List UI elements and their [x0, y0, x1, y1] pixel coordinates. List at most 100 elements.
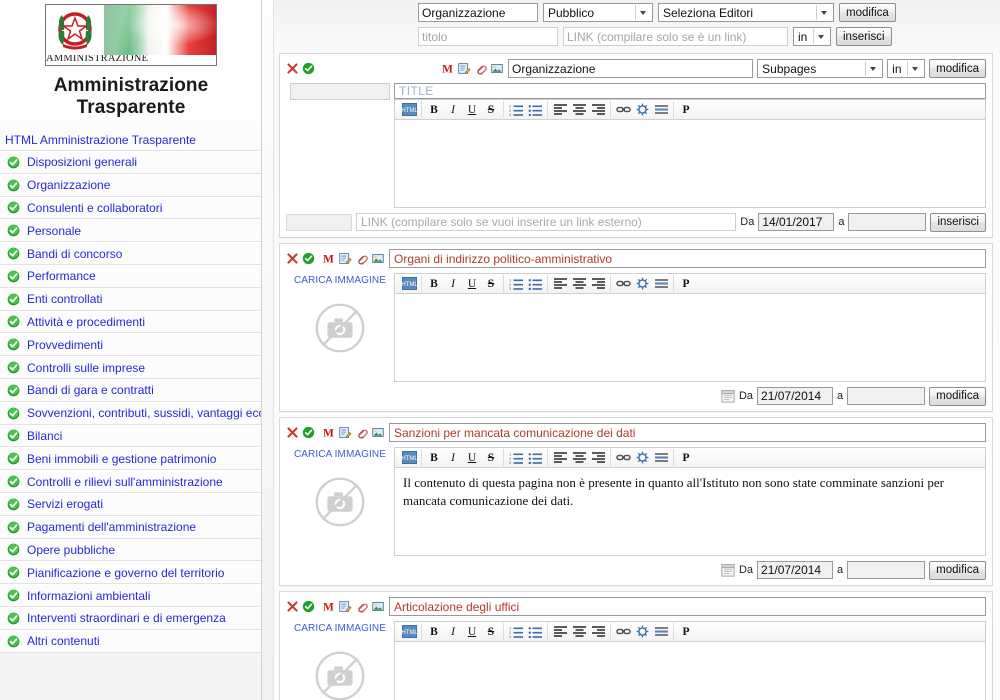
calendar-icon[interactable]: [721, 563, 735, 577]
sidebar-item-beni-immobili-e-gestione-patrimonio[interactable]: Beni immobili e gestione patrimonio: [0, 447, 261, 471]
content-panel-title-input[interactable]: Sanzioni per mancata comunicazione dei d…: [389, 423, 986, 442]
insert-image-icon[interactable]: [371, 426, 385, 439]
insert-horizontal-rule-icon[interactable]: [652, 101, 670, 118]
check-green-icon[interactable]: [302, 62, 315, 75]
source-html-icon[interactable]: HTML: [400, 101, 418, 118]
sidebar-item-consulenti-e-collaboratori[interactable]: Consulenti e collaboratori: [0, 196, 261, 220]
sidebar-item-personale[interactable]: Personale: [0, 219, 261, 243]
italic-icon[interactable]: I: [444, 101, 462, 118]
strikethrough-icon[interactable]: S: [482, 275, 500, 292]
new-title-input[interactable]: titolo: [418, 27, 558, 46]
align-right-icon[interactable]: [589, 275, 607, 292]
visibility-select[interactable]: Pubblico: [543, 3, 653, 22]
unlink-icon[interactable]: [633, 449, 651, 466]
insert-link-icon[interactable]: [614, 101, 632, 118]
edit-note-icon[interactable]: [338, 252, 352, 265]
mailto-m-icon[interactable]: M: [441, 62, 454, 75]
insert-image-icon[interactable]: [371, 252, 385, 265]
mailto-m-icon[interactable]: M: [322, 600, 335, 613]
sidebar-item-servizi-erogati[interactable]: Servizi erogati: [0, 492, 261, 516]
sidebar-item-altri-contenuti[interactable]: Altri contenuti: [0, 629, 261, 653]
panel-new-entry-position-select[interactable]: in: [887, 59, 926, 78]
sidebar-item-interventi-straordinari-e-di-emergenza[interactable]: Interventi straordinari e di emergenza: [0, 606, 261, 630]
position-select-top[interactable]: in: [793, 27, 831, 46]
content-panel-title-input[interactable]: Articolazione degli uffici: [389, 597, 986, 616]
panel-new-entry-name-input[interactable]: Organizzazione: [508, 59, 754, 78]
content-panel-text-area[interactable]: [394, 294, 986, 382]
paragraph-format-icon[interactable]: P: [677, 275, 695, 292]
align-left-icon[interactable]: [551, 101, 569, 118]
paragraph-format-icon[interactable]: P: [677, 101, 695, 118]
sidebar-item-pagamenti-dell-amministrazione[interactable]: Pagamenti dell'amministrazione: [0, 515, 261, 539]
bold-icon[interactable]: B: [425, 449, 443, 466]
sidebar-item-sovvenzioni-contributi-sussidi-vantaggi-economici[interactable]: Sovvenzioni, contributi, sussidi, vantag…: [0, 401, 261, 425]
content-panel-title-input[interactable]: Organi di indirizzo politico-amministrat…: [389, 249, 986, 268]
unlink-icon[interactable]: [633, 275, 651, 292]
insert-button-top[interactable]: inserisci: [836, 27, 892, 46]
check-green-icon[interactable]: [302, 600, 315, 613]
date-to-input[interactable]: [847, 561, 926, 579]
new-link-input[interactable]: LINK (compilare solo se è un link): [563, 27, 788, 46]
check-green-icon[interactable]: [302, 252, 315, 265]
ordered-list-icon[interactable]: 123: [507, 101, 525, 118]
calendar-icon[interactable]: [721, 389, 735, 403]
strikethrough-icon[interactable]: S: [482, 623, 500, 640]
sidebar-item-html-amministrazione-trasparente[interactable]: HTML Amministrazione Trasparente: [0, 129, 261, 151]
insert-link-icon[interactable]: [614, 449, 632, 466]
mailto-m-icon[interactable]: M: [322, 426, 335, 439]
unordered-list-icon[interactable]: [526, 275, 544, 292]
paragraph-format-icon[interactable]: P: [677, 449, 695, 466]
insert-link-icon[interactable]: [614, 623, 632, 640]
sidebar-item-controlli-sulle-imprese[interactable]: Controlli sulle imprese: [0, 356, 261, 379]
modify-button-top[interactable]: modifica: [839, 3, 896, 22]
date-from-input[interactable]: 21/07/2014: [757, 387, 834, 405]
align-right-icon[interactable]: [589, 449, 607, 466]
sidebar-item-informazioni-ambientali[interactable]: Informazioni ambientali: [0, 584, 261, 607]
panel-new-entry-external-link-input[interactable]: LINK (compilare solo se vuoi inserire un…: [356, 213, 737, 231]
check-green-icon[interactable]: [302, 426, 315, 439]
sidebar-item-pianificazione-e-governo-del-territorio[interactable]: Pianificazione e governo del territorio: [0, 561, 261, 585]
panel-new-entry-date-to-input[interactable]: [848, 213, 927, 231]
ordered-list-icon[interactable]: 123: [507, 275, 525, 292]
panel-new-entry-insert-button[interactable]: inserisci: [930, 212, 986, 232]
insert-image-icon[interactable]: [371, 600, 385, 613]
content-panel-text-area[interactable]: Il contenuto di questa pagina non è pres…: [394, 468, 986, 556]
italic-icon[interactable]: I: [444, 275, 462, 292]
modify-button[interactable]: modifica: [929, 560, 986, 580]
unordered-list-icon[interactable]: [526, 449, 544, 466]
close-red-icon[interactable]: [286, 252, 299, 265]
align-right-icon[interactable]: [589, 623, 607, 640]
unordered-list-icon[interactable]: [526, 623, 544, 640]
panel-new-entry-title-input[interactable]: TITLE: [394, 83, 986, 99]
align-center-icon[interactable]: [570, 623, 588, 640]
source-html-icon[interactable]: HTML: [400, 449, 418, 466]
underline-icon[interactable]: U: [463, 449, 481, 466]
attachment-link-icon[interactable]: [355, 426, 368, 439]
panel-new-entry-date-from-input[interactable]: 14/01/2017: [758, 213, 835, 231]
edit-note-icon[interactable]: [457, 62, 471, 75]
attachment-link-icon[interactable]: [355, 252, 368, 265]
align-left-icon[interactable]: [551, 275, 569, 292]
align-right-icon[interactable]: [589, 101, 607, 118]
panel-new-entry-scope-select[interactable]: Subpages: [757, 59, 884, 78]
close-red-icon[interactable]: [286, 426, 299, 439]
sidebar-item-bandi-di-gara-e-contratti[interactable]: Bandi di gara e contratti: [0, 378, 261, 402]
section-name-input[interactable]: Organizzazione: [418, 3, 538, 22]
attachment-link-icon[interactable]: [474, 62, 487, 75]
content-panel-text-area[interactable]: [394, 642, 986, 700]
sidebar-item-controlli-e-rilievi-sull-amministrazione[interactable]: Controlli e rilievi sull'amministrazione: [0, 470, 261, 493]
bold-icon[interactable]: B: [425, 101, 443, 118]
sidebar-item-enti-controllati[interactable]: Enti controllati: [0, 287, 261, 311]
italic-icon[interactable]: I: [444, 449, 462, 466]
close-red-icon[interactable]: [286, 62, 299, 75]
date-to-input[interactable]: [847, 387, 926, 405]
insert-horizontal-rule-icon[interactable]: [652, 449, 670, 466]
source-html-icon[interactable]: HTML: [400, 275, 418, 292]
paragraph-format-icon[interactable]: P: [677, 623, 695, 640]
ordered-list-icon[interactable]: 123: [507, 623, 525, 640]
sidebar-item-performance[interactable]: Performance: [0, 264, 261, 288]
upload-image-label[interactable]: CARICA IMMAGINE: [294, 275, 386, 286]
sidebar-item-provvedimenti[interactable]: Provvedimenti: [0, 333, 261, 357]
close-red-icon[interactable]: [286, 600, 299, 613]
align-center-icon[interactable]: [570, 449, 588, 466]
